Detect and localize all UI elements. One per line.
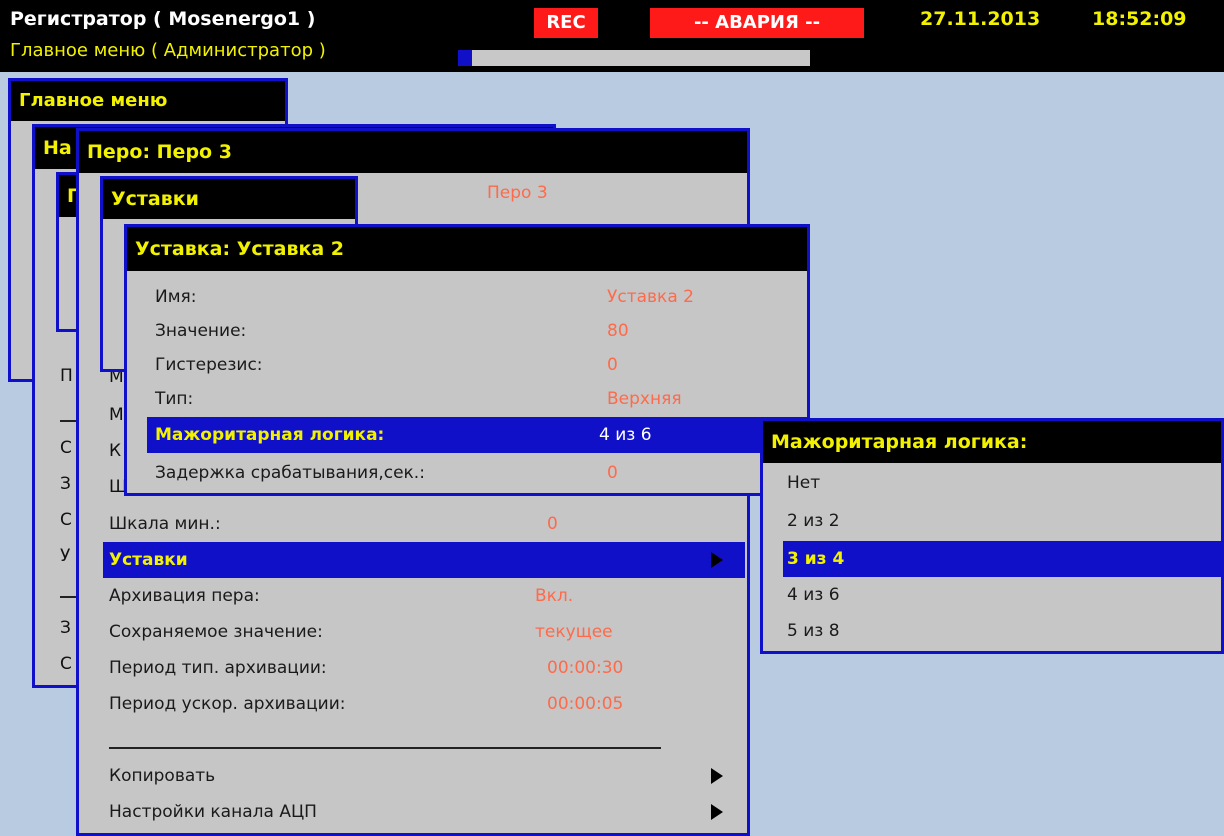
field-label: Имя: [155,287,197,307]
option-label: Нет [787,473,821,493]
pen-window-title: Перо: Перо 3 [79,131,747,173]
field-label: Значение: [155,321,247,341]
menu-item-label: Уставки [109,550,188,570]
setpoint-majority-logic-row[interactable]: Мажоритарная логика: 4 из 6 [147,417,807,453]
bg-fragment: У [60,546,71,566]
menu-item-typical-period[interactable]: Период тип. архивации: 00:00:30 [103,650,745,686]
option-label: 2 из 2 [787,511,840,531]
menu-item-copy[interactable]: Копировать [103,758,745,794]
setpoint-type-row[interactable]: Тип: Верхняя [147,381,787,417]
option-label: 3 из 4 [787,549,845,569]
dropdown-option[interactable]: 2 из 2 [783,503,1224,539]
menu-item-setpoints[interactable]: Уставки [103,542,745,578]
dropdown-option[interactable]: 5 из 8 [783,613,1224,649]
field-value: 0 [607,355,618,375]
bg-fragment: С [60,438,72,458]
bg-separator [60,420,76,422]
field-value: 0 [607,463,618,483]
menu-item-label: Архивация пера: [109,586,260,606]
menu-item-archiving[interactable]: Архивация пера: Вкл. [103,578,745,614]
alarm-indicator: -- АВАРИЯ -- [650,8,864,38]
field-label: Гистерезис: [155,355,263,375]
bg-fragment: К [109,441,122,461]
bg-fragment: М [109,405,124,425]
chevron-right-icon [711,804,723,820]
menu-item-label: Период тип. архивации: [109,658,327,678]
menu-item-value: 00:00:05 [547,694,624,714]
menu-item-scale-min[interactable]: Шкала мин.: 0 [103,506,745,542]
menu-item-label: Шкала мин.: [109,514,221,534]
time-display: 18:52:09 [1092,8,1187,30]
dropdown-option[interactable]: 4 из 6 [783,577,1224,613]
menu-item-saved-value[interactable]: Сохраняемое значение: текущее [103,614,745,650]
pen-name-value: Перо 3 [487,183,548,203]
setpoint-name-row[interactable]: Имя: Уставка 2 [147,279,787,315]
majority-logic-dropdown: Мажоритарная логика: Нет 2 из 2 3 из 4 4… [760,418,1224,654]
setpoint-window-title: Уставка: Уставка 2 [127,227,807,271]
setpoint-value-row[interactable]: Значение: 80 [147,313,787,349]
field-value: Уставка 2 [607,287,694,307]
setpoint-delay-row[interactable]: Задержка срабатывания,сек.: 0 [147,455,787,491]
menu-item-value: 0 [547,514,558,534]
option-label: 4 из 6 [787,585,840,605]
setpoint-hysteresis-row[interactable]: Гистерезис: 0 [147,347,787,383]
setpoint-window: Уставка: Уставка 2 Имя: Уставка 2 Значен… [124,224,810,496]
dropdown-title: Мажоритарная логика: [763,421,1221,463]
field-value: Верхняя [607,389,682,409]
menu-item-adc-settings[interactable]: Настройки канала АЦП [103,794,745,830]
setpoints-window-title: Уставки [103,179,355,219]
bg-fragment: С [60,654,72,674]
bg-fragment: С [60,510,72,530]
menu-item-value: 00:00:30 [547,658,624,678]
menu-item-label: Настройки канала АЦП [109,802,317,822]
field-label: Задержка срабатывания,сек.: [155,463,425,483]
bg-fragment: З [60,618,71,638]
device-title: Регистратор ( Mosenergo1 ) [10,8,316,30]
dropdown-option[interactable]: Нет [783,465,1224,501]
field-value: 80 [607,321,629,341]
field-value: 4 из 6 [599,425,652,445]
menu-separator [109,747,661,749]
menu-item-label: Сохраняемое значение: [109,622,323,642]
chevron-right-icon [711,768,723,784]
progress-bar [458,50,810,66]
status-bar: Регистратор ( Mosenergo1 ) Главное меню … [0,0,1224,72]
dropdown-option-selected[interactable]: 3 из 4 [783,541,1224,577]
menu-item-label: Период ускор. архивации: [109,694,346,714]
menu-item-value: Вкл. [535,586,574,606]
chevron-right-icon [711,552,723,568]
date-display: 27.11.2013 [920,8,1041,30]
menu-item-fast-period[interactable]: Период ускор. архивации: 00:00:05 [103,686,745,722]
bg-fragment: З [60,474,71,494]
option-label: 5 из 8 [787,621,840,641]
menu-item-label: Копировать [109,766,216,786]
rec-indicator: REC [534,8,598,38]
menu-item-value: текущее [535,622,613,642]
field-label: Тип: [155,389,194,409]
bg-fragment: П [60,366,73,386]
bg-separator [60,596,76,598]
field-label: Мажоритарная логика: [155,425,385,445]
progress-fill [458,50,473,66]
main-menu-title: Главное меню [11,81,285,121]
breadcrumb: Главное меню ( Администратор ) [10,40,326,61]
